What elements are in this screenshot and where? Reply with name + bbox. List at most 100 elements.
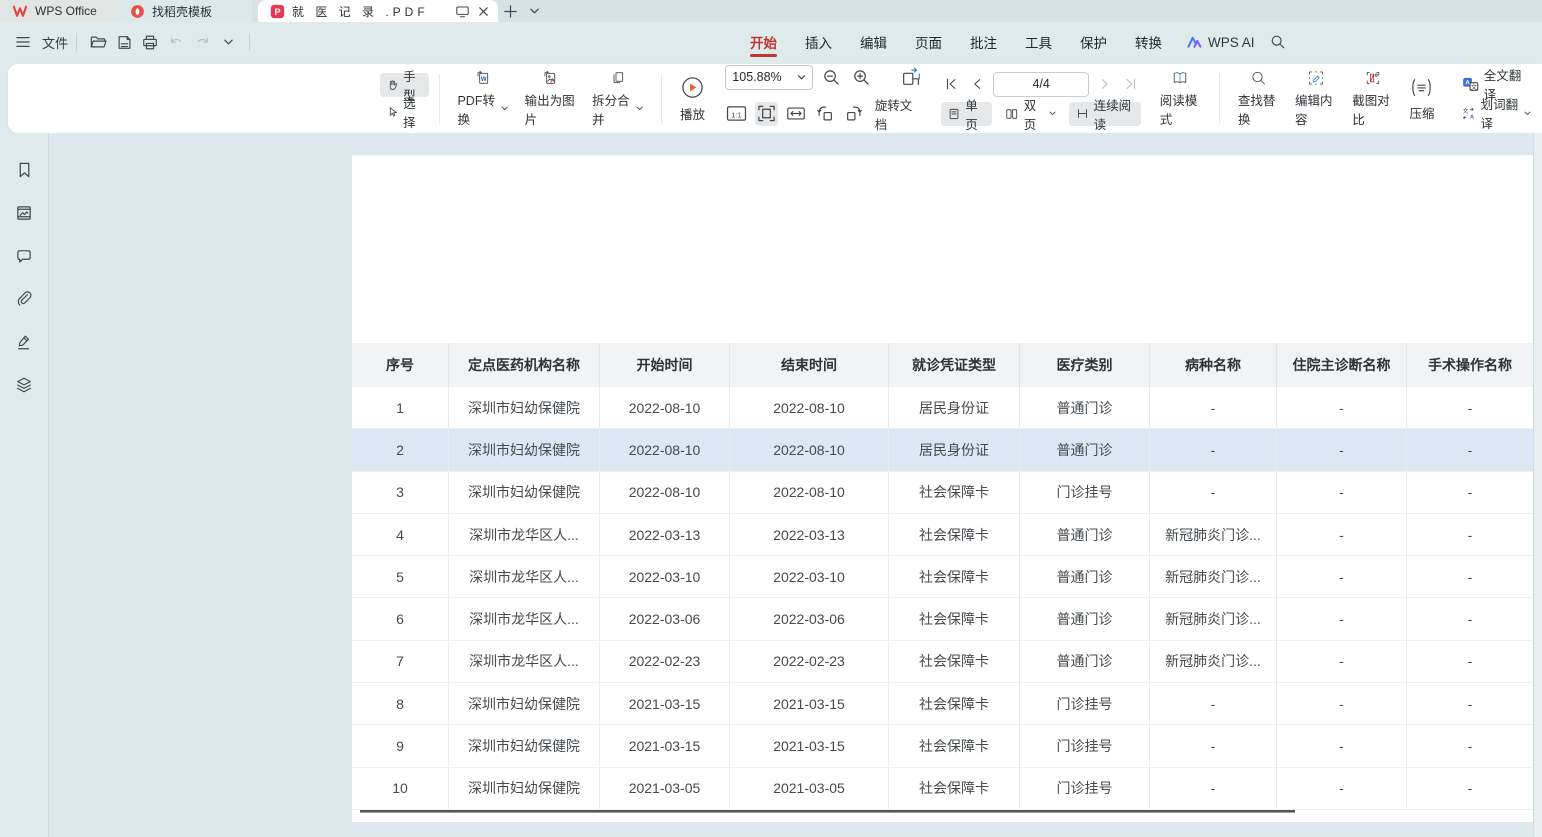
menu-item-wps-ai[interactable]: WPS AI xyxy=(1176,35,1265,50)
close-tab-icon[interactable] xyxy=(477,5,490,18)
table-row[interactable]: 7深圳市龙华区人...2022-02-232022-02-23社会保障卡普通门诊… xyxy=(352,641,1533,683)
column-header: 结束时间 xyxy=(730,343,889,387)
table-row[interactable]: 6深圳市龙华区人...2022-03-062022-03-06社会保障卡普通门诊… xyxy=(352,598,1533,640)
comments-panel-button[interactable] xyxy=(11,243,37,269)
cursor-icon xyxy=(387,104,398,120)
tab-docer-templates[interactable]: 找稻壳模板 xyxy=(118,0,252,22)
save-icon[interactable] xyxy=(111,30,137,54)
zoom-level-select[interactable]: 105.88% xyxy=(725,65,813,90)
table-cell: 新冠肺炎门诊... xyxy=(1150,641,1277,682)
menu-item-home[interactable]: 开始 xyxy=(736,25,791,59)
table-cell: 6 xyxy=(352,598,449,639)
pdf-convert-button[interactable]: W PDF转换 xyxy=(449,70,516,128)
menu-item-tools[interactable]: 工具 xyxy=(1011,25,1066,59)
chevron-down-icon xyxy=(797,74,806,81)
screenshot-compare-icon xyxy=(1361,70,1385,86)
menu-item-protect[interactable]: 保护 xyxy=(1066,25,1121,59)
paperclip-icon xyxy=(15,290,33,308)
undo-icon[interactable] xyxy=(163,30,189,54)
next-page-button[interactable] xyxy=(1095,73,1115,95)
menu-item-edit[interactable]: 编辑 xyxy=(846,25,901,59)
menu-item-insert[interactable]: 插入 xyxy=(791,25,846,59)
attachments-panel-button[interactable] xyxy=(11,286,37,312)
continuous-read-button[interactable]: 连续阅读 xyxy=(1069,102,1142,126)
actual-size-button[interactable]: 1:1 xyxy=(725,102,748,126)
tab-document-pdf[interactable]: P 就 医 记 录 .PDF xyxy=(258,0,498,22)
read-mode-button[interactable]: 阅读模式 xyxy=(1152,70,1209,128)
find-replace-button[interactable]: 查找替换 xyxy=(1230,70,1287,128)
column-header: 住院主诊断名称 xyxy=(1277,343,1407,387)
table-row[interactable]: 9深圳市妇幼保健院2021-03-152021-03-15社会保障卡门诊挂号--… xyxy=(352,725,1533,767)
new-tab-button[interactable] xyxy=(498,0,522,22)
edit-content-button[interactable]: 编辑内容 xyxy=(1287,70,1344,128)
table-cell: - xyxy=(1150,725,1277,766)
last-page-button[interactable] xyxy=(1121,73,1141,95)
table-cell: - xyxy=(1407,641,1533,682)
svg-text:A: A xyxy=(1465,80,1470,87)
single-page-button[interactable]: 单页 xyxy=(941,102,992,126)
zoom-in-button[interactable] xyxy=(849,65,873,89)
table-row[interactable]: 10深圳市妇幼保健院2021-03-052021-03-05社会保障卡门诊挂号-… xyxy=(352,768,1533,810)
table-row[interactable]: 5深圳市龙华区人...2022-03-102022-03-10社会保障卡普通门诊… xyxy=(352,556,1533,598)
quick-access-chevron-icon[interactable] xyxy=(215,30,241,54)
table-row[interactable]: 2深圳市妇幼保健院2022-08-102022-08-10居民身份证普通门诊--… xyxy=(352,429,1533,471)
screenshot-compare-button[interactable]: 截图对比 xyxy=(1344,70,1401,128)
table-cell: 4 xyxy=(352,514,449,555)
export-as-image-button[interactable]: 输出为图片 xyxy=(517,70,585,128)
print-icon[interactable] xyxy=(137,30,163,54)
table-cell: - xyxy=(1277,514,1407,555)
double-page-button[interactable]: 双页 xyxy=(998,102,1062,126)
pdf-page[interactable]: 序号定点医药机构名称开始时间结束时间就诊凭证类型医疗类别病种名称住院主诊断名称手… xyxy=(352,155,1533,822)
table-row[interactable]: 4深圳市龙华区人...2022-03-132022-03-13社会保障卡普通门诊… xyxy=(352,514,1533,556)
compress-button[interactable]: 压缩 xyxy=(1401,70,1442,128)
split-merge-button[interactable]: 拆分合并 xyxy=(584,70,651,128)
chevron-down-icon xyxy=(1049,110,1056,117)
menu-search-icon[interactable] xyxy=(1265,30,1291,54)
redo-icon[interactable] xyxy=(189,30,215,54)
signature-panel-button[interactable] xyxy=(11,329,37,355)
tab-wps-office[interactable]: WPS Office xyxy=(0,0,118,22)
select-tool-button[interactable]: 选择 xyxy=(380,100,429,124)
rotate-document-icon[interactable] xyxy=(899,65,923,89)
first-page-button[interactable] xyxy=(941,73,961,95)
rotate-left-button[interactable] xyxy=(813,102,836,126)
file-menu[interactable]: 文件 xyxy=(42,33,68,52)
table-cell: 社会保障卡 xyxy=(889,556,1020,597)
tab-label: 就 医 记 录 .PDF xyxy=(292,3,429,20)
present-to-screen-icon[interactable] xyxy=(455,5,470,18)
previous-page-button[interactable] xyxy=(967,73,987,95)
full-text-translate-button[interactable]: A文 全文翻译 xyxy=(1455,72,1538,96)
chevron-down-icon xyxy=(501,105,508,112)
fit-page-button[interactable] xyxy=(755,102,778,126)
layers-panel-button[interactable] xyxy=(11,372,37,398)
table-row[interactable]: 8深圳市妇幼保健院2021-03-152021-03-15社会保障卡门诊挂号--… xyxy=(352,683,1533,725)
word-translate-icon: 文A xyxy=(1462,105,1476,122)
table-cell: 新冠肺炎门诊... xyxy=(1150,514,1277,555)
page-number-input[interactable]: 4/4 xyxy=(993,72,1089,97)
table-cell: - xyxy=(1277,641,1407,682)
play-button[interactable]: 播放 xyxy=(672,70,713,128)
table-cell: - xyxy=(1277,725,1407,766)
menu-item-page[interactable]: 页面 xyxy=(901,25,956,59)
menu-item-comment[interactable]: 批注 xyxy=(956,25,1011,59)
vertical-scrollbar[interactable] xyxy=(1533,133,1542,837)
full-translate-icon: A文 xyxy=(1462,76,1479,92)
continuous-read-icon xyxy=(1076,106,1089,121)
rotate-right-button[interactable] xyxy=(842,102,865,126)
open-file-icon[interactable] xyxy=(85,30,111,54)
main-menu-icon[interactable] xyxy=(10,30,36,54)
word-translate-button[interactable]: 文A 划词翻译 xyxy=(1455,101,1538,125)
thumbnails-panel-button[interactable] xyxy=(11,200,37,226)
bookmarks-panel-button[interactable] xyxy=(11,157,37,183)
rotate-document-button[interactable]: 旋转文档 xyxy=(872,95,924,133)
svg-text:1:1: 1:1 xyxy=(732,110,743,119)
table-row[interactable]: 3深圳市妇幼保健院2022-08-102022-08-10社会保障卡门诊挂号--… xyxy=(352,472,1533,514)
pdf-convert-icon: W xyxy=(471,70,495,86)
zoom-out-button[interactable] xyxy=(819,65,843,89)
table-row[interactable]: 1深圳市妇幼保健院2022-08-102022-08-10居民身份证普通门诊--… xyxy=(352,387,1533,429)
table-cell: 普通门诊 xyxy=(1020,598,1150,639)
fit-width-button[interactable] xyxy=(784,102,807,126)
tab-list-chevron-icon[interactable] xyxy=(522,0,546,22)
book-icon xyxy=(1167,70,1193,86)
menu-item-convert[interactable]: 转换 xyxy=(1121,25,1176,59)
